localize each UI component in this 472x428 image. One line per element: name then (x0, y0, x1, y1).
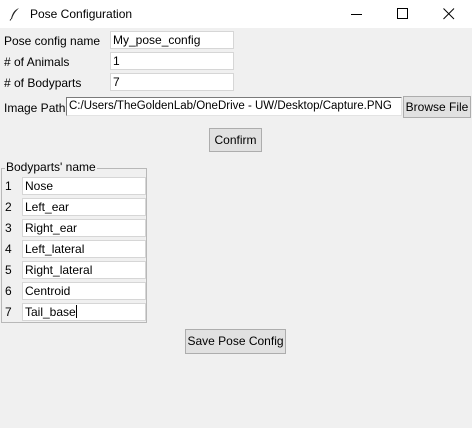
list-item: 4 Left_lateral (0, 239, 147, 259)
bodypart-number: 6 (5, 284, 12, 298)
image-path-field[interactable]: C:/Users/TheGoldenLab/OneDrive - UW/Desk… (66, 97, 402, 116)
maximize-button[interactable] (380, 0, 426, 28)
close-button[interactable] (426, 0, 472, 28)
bodypart-number: 4 (5, 242, 12, 256)
list-item: 1 Nose (0, 176, 147, 196)
list-item: 7 Tail_base (0, 302, 147, 322)
list-item: 6 Centroid (0, 281, 147, 301)
feather-icon (9, 7, 21, 21)
bodypart-number: 5 (5, 263, 12, 277)
pose-config-name-label: Pose config name (4, 34, 101, 48)
bodypart-name-field[interactable]: Right_lateral (22, 261, 146, 279)
minimize-button[interactable] (334, 0, 380, 28)
list-item: 5 Right_lateral (0, 260, 147, 280)
title-bar: Pose Configuration (0, 0, 472, 28)
list-item: 3 Right_ear (0, 218, 147, 238)
pose-config-name-field[interactable]: My_pose_config (110, 31, 234, 49)
bodypart-name-field[interactable]: Right_ear (22, 219, 146, 237)
bodypart-number: 7 (5, 305, 12, 319)
bodypart-number: 1 (5, 179, 12, 193)
save-pose-config-button[interactable]: Save Pose Config (185, 329, 286, 354)
text-caret (75, 305, 77, 318)
num-bodyparts-label: # of Bodyparts (4, 76, 82, 90)
num-animals-label: # of Animals (4, 55, 70, 69)
bodypart-name-field[interactable]: Left_lateral (22, 240, 146, 258)
image-path-label: Image Path (4, 101, 66, 115)
list-item: 2 Left_ear (0, 197, 147, 217)
bodypart-name-field[interactable]: Left_ear (22, 198, 146, 216)
close-icon (443, 8, 455, 20)
bodypart-name-field[interactable]: Centroid (22, 282, 146, 300)
num-animals-field[interactable]: 1 (110, 52, 234, 70)
bodypart-name-field[interactable]: Tail_base (22, 303, 146, 321)
maximize-icon (397, 8, 408, 19)
num-bodyparts-field[interactable]: 7 (110, 73, 234, 91)
minimize-icon (351, 14, 362, 15)
bodypart-name-text: Tail_base (25, 305, 76, 319)
bodypart-number: 2 (5, 200, 12, 214)
browse-file-button[interactable]: Browse File (403, 96, 471, 118)
bodyparts-group-title: Bodyparts' name (5, 160, 97, 174)
window-title: Pose Configuration (30, 7, 133, 21)
confirm-button[interactable]: Confirm (209, 128, 262, 152)
bodypart-name-field[interactable]: Nose (22, 177, 146, 195)
bodypart-number: 3 (5, 221, 12, 235)
